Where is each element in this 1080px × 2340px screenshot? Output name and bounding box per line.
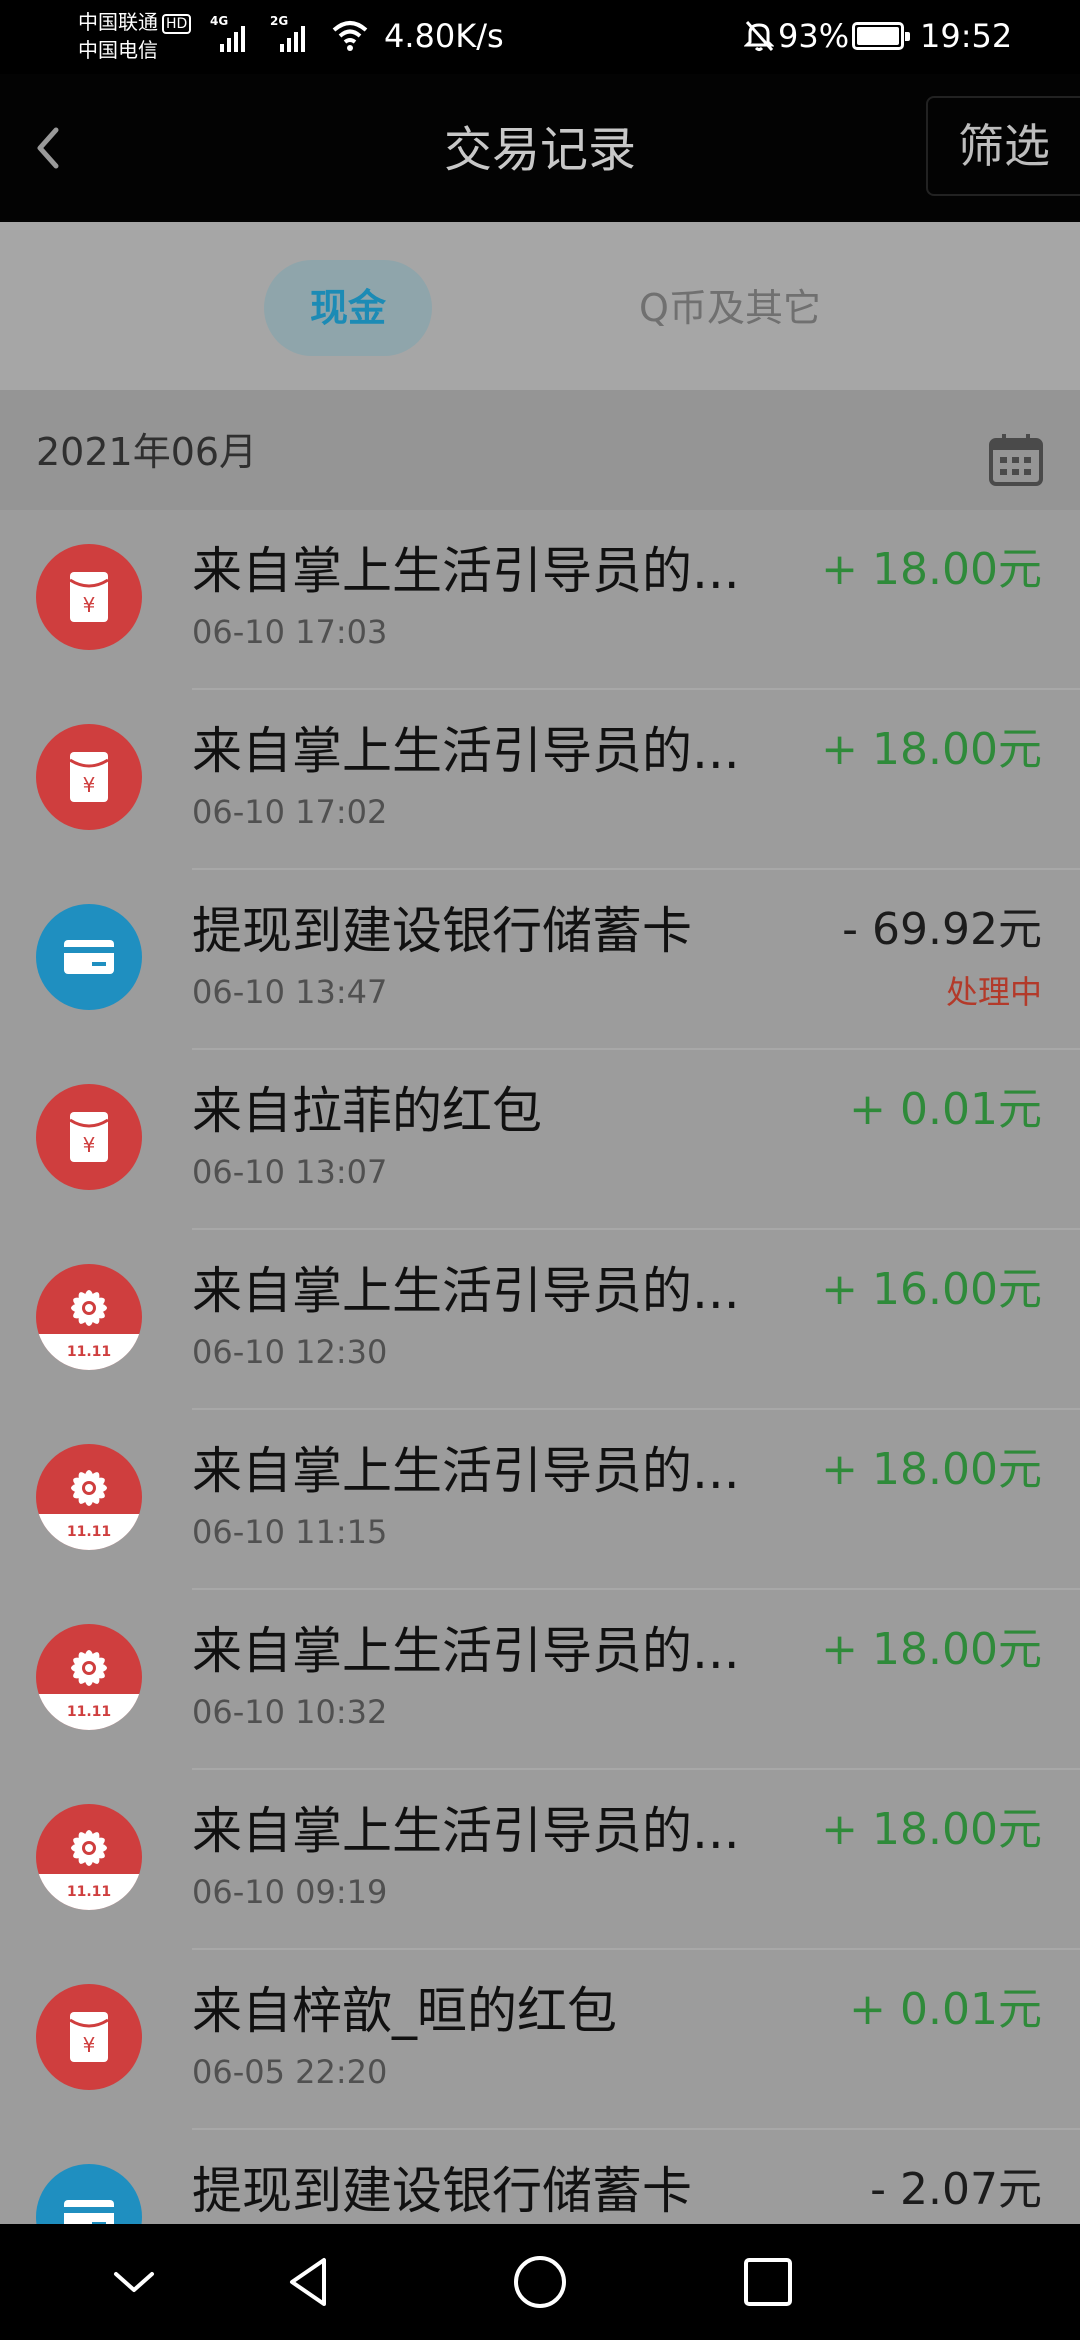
transaction-time: 06-10 09:19 [192,1873,388,1911]
wifi-icon [332,21,368,51]
transaction-amount: + 0.01元 [849,1984,1042,2035]
transaction-amount: + 18.00元 [821,544,1042,595]
transaction-amount: + 18.00元 [821,724,1042,775]
transaction-name: 来自掌上生活引导员的... [192,722,740,780]
tab-bar: 现金 Q币及其它 [0,222,1080,390]
transaction-time: 06-10 17:03 [192,613,388,651]
transaction-row[interactable]: 11.11 来自掌上生活引导员的... 06-10 12:30 + 16.00元 [0,1230,1080,1410]
transaction-name: 提现到建设银行储蓄卡 [192,902,692,960]
flower-11-11-icon: 11.11 [36,1804,142,1910]
transaction-time: 06-05 22:20 [192,2053,388,2091]
transaction-name: 来自掌上生活引导员的... [192,542,740,600]
recents-square-icon[interactable] [734,2248,802,2316]
svg-text:¥: ¥ [83,2033,96,2057]
svg-text:¥: ¥ [83,773,96,797]
flower-11-11-icon: 11.11 [36,1624,142,1730]
transaction-row[interactable]: ¥ 来自梓歆_晅的红包 06-05 22:20 + 0.01元 [0,1950,1080,2130]
transaction-time: 06-10 12:30 [192,1333,388,1371]
signal-1-icon: 4G [210,14,260,52]
transaction-row[interactable]: 11.11 来自掌上生活引导员的... 06-10 10:32 + 18.00元 [0,1590,1080,1770]
transaction-time: 06-10 11:15 [192,1513,388,1551]
battery-icon [852,22,910,50]
svg-text:¥: ¥ [83,593,96,617]
bank-card-icon [36,2164,142,2224]
transaction-name: 来自掌上生活引导员的... [192,1802,740,1860]
transaction-time: 06-10 13:07 [192,1153,388,1191]
carrier-2: 中国电信 [78,38,158,62]
collapse-icon[interactable] [100,2248,168,2316]
transaction-amount: + 18.00元 [821,1444,1042,1495]
bank-card-icon [36,904,142,1010]
home-circle-icon[interactable] [506,2248,574,2316]
red-packet-icon: ¥ [36,544,142,650]
transaction-amount: + 18.00元 [821,1624,1042,1675]
network-speed: 4.80K/s [384,17,504,55]
transaction-amount: - 2.07元 [870,2164,1042,2215]
processing-status: 处理中 [945,973,1042,1011]
transaction-amount: + 0.01元 [849,1084,1042,1135]
transaction-amount: + 18.00元 [821,1804,1042,1855]
icon-label: 11.11 [67,1884,111,1900]
transaction-name: 来自梓歆_晅的红包 [192,1982,617,2040]
transaction-name: 来自掌上生活引导员的... [192,1262,740,1320]
page-title: 交易记录 [443,122,636,178]
tab-qcoin-other[interactable]: Q币及其它 [610,260,850,356]
hd-badge: HD [162,13,192,34]
transaction-time: 06-10 17:02 [192,793,388,831]
transaction-name: 来自掌上生活引导员的... [192,1622,740,1680]
svg-text:¥: ¥ [83,1133,96,1157]
filter-button[interactable]: 筛选 [926,96,1080,196]
back-triangle-icon[interactable] [276,2248,344,2316]
transaction-row[interactable]: ¥ 来自拉菲的红包 06-10 13:07 + 0.01元 [0,1050,1080,1230]
transaction-time: 06-10 13:47 [192,973,388,1011]
transaction-name: 提现到建设银行储蓄卡 [192,2162,692,2220]
red-packet-icon: ¥ [36,724,142,830]
transaction-list: ¥ 来自掌上生活引导员的... 06-10 17:03 + 18.00元 ¥ 来… [0,510,1080,2224]
transaction-row[interactable]: ¥ 来自掌上生活引导员的... 06-10 17:02 + 18.00元 [0,690,1080,870]
month-label: 2021年06月 [36,430,258,474]
signal-2-icon: 2G [270,14,320,52]
flower-11-11-icon: 11.11 [36,1264,142,1370]
red-packet-icon: ¥ [36,1084,142,1190]
transaction-row[interactable]: 提现到建设银行储蓄卡 - 2.07元 [0,2130,1080,2224]
mute-bell-icon [744,21,774,51]
transaction-row[interactable]: 提现到建设银行储蓄卡 06-10 13:47 - 69.92元 处理中 [0,870,1080,1050]
transaction-name: 来自拉菲的红包 [192,1082,542,1140]
transaction-row[interactable]: 11.11 来自掌上生活引导员的... 06-10 11:15 + 18.00元 [0,1410,1080,1590]
status-bar: 中国联通 HD 中国电信 4G 2G 4.80K/s 93% 19:52 [0,0,1080,74]
tab-cash[interactable]: 现金 [264,260,432,356]
red-packet-icon: ¥ [36,1984,142,2090]
transaction-row[interactable]: 11.11 来自掌上生活引导员的... 06-10 09:19 + 18.00元 [0,1770,1080,1950]
transaction-row[interactable]: ¥ 来自掌上生活引导员的... 06-10 17:03 + 18.00元 [0,510,1080,690]
transaction-amount: - 69.92元 [842,904,1042,955]
carrier-info: 中国联通 HD 中国电信 [78,8,192,64]
transaction-time: 06-10 10:32 [192,1693,388,1731]
clock: 19:52 [920,17,1013,55]
icon-label: 11.11 [67,1344,111,1360]
system-nav-bar [0,2224,1080,2340]
transaction-amount: + 16.00元 [821,1264,1042,1315]
app-header: 交易记录 筛选 [0,74,1080,222]
icon-label: 11.11 [67,1524,111,1540]
icon-label: 11.11 [67,1704,111,1720]
carrier-1: 中国联通 [78,10,158,34]
flower-11-11-icon: 11.11 [36,1444,142,1550]
battery-percent: 93% [778,17,850,55]
calendar-icon[interactable] [988,432,1044,488]
transaction-name: 来自掌上生活引导员的... [192,1442,740,1500]
month-header: 2021年06月 [0,390,1080,510]
